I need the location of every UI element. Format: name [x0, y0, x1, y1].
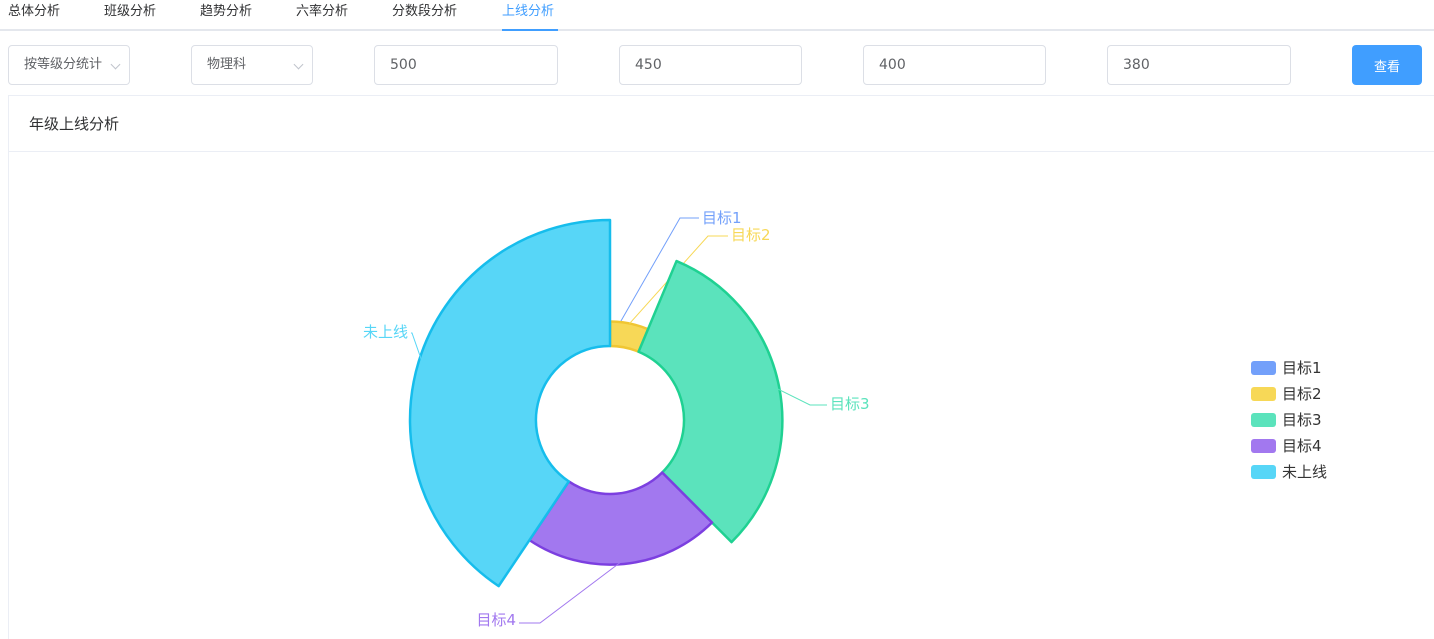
legend-label: 目标2: [1282, 385, 1322, 403]
online-rose-chart: 目标1目标2 目标3 目标4 未上线: [363, 209, 870, 629]
legend-item-target4[interactable]: 目标4: [1251, 435, 1327, 461]
legend-item-target3[interactable]: 目标3: [1251, 409, 1327, 435]
chart-legend: 目标1 目标2 目标3 目标4 未上线: [1251, 357, 1327, 487]
slice-label: 目标4: [476, 611, 516, 629]
legend-label: 未上线: [1282, 463, 1328, 481]
legend-item-not-online[interactable]: 未上线: [1251, 461, 1327, 487]
legend-label: 目标4: [1282, 437, 1322, 455]
slice-leader-line: [519, 559, 624, 624]
legend-swatch: [1251, 387, 1276, 401]
legend-label: 目标3: [1282, 411, 1322, 429]
legend-swatch: [1251, 465, 1276, 479]
legend-item-target1[interactable]: 目标1: [1251, 357, 1327, 383]
legend-item-target2[interactable]: 目标2: [1251, 383, 1327, 409]
slice-leader-line: [774, 387, 827, 406]
slice-label: 目标1: [702, 209, 742, 227]
slice-leader-line: [411, 332, 423, 364]
legend-label: 目标1: [1282, 359, 1322, 377]
slice-label: 目标3: [830, 395, 870, 413]
legend-swatch: [1251, 439, 1276, 453]
legend-swatch: [1251, 361, 1276, 375]
slice-label: 未上线: [363, 323, 408, 341]
legend-swatch: [1251, 413, 1276, 427]
slice-label: 目标2: [731, 226, 771, 244]
